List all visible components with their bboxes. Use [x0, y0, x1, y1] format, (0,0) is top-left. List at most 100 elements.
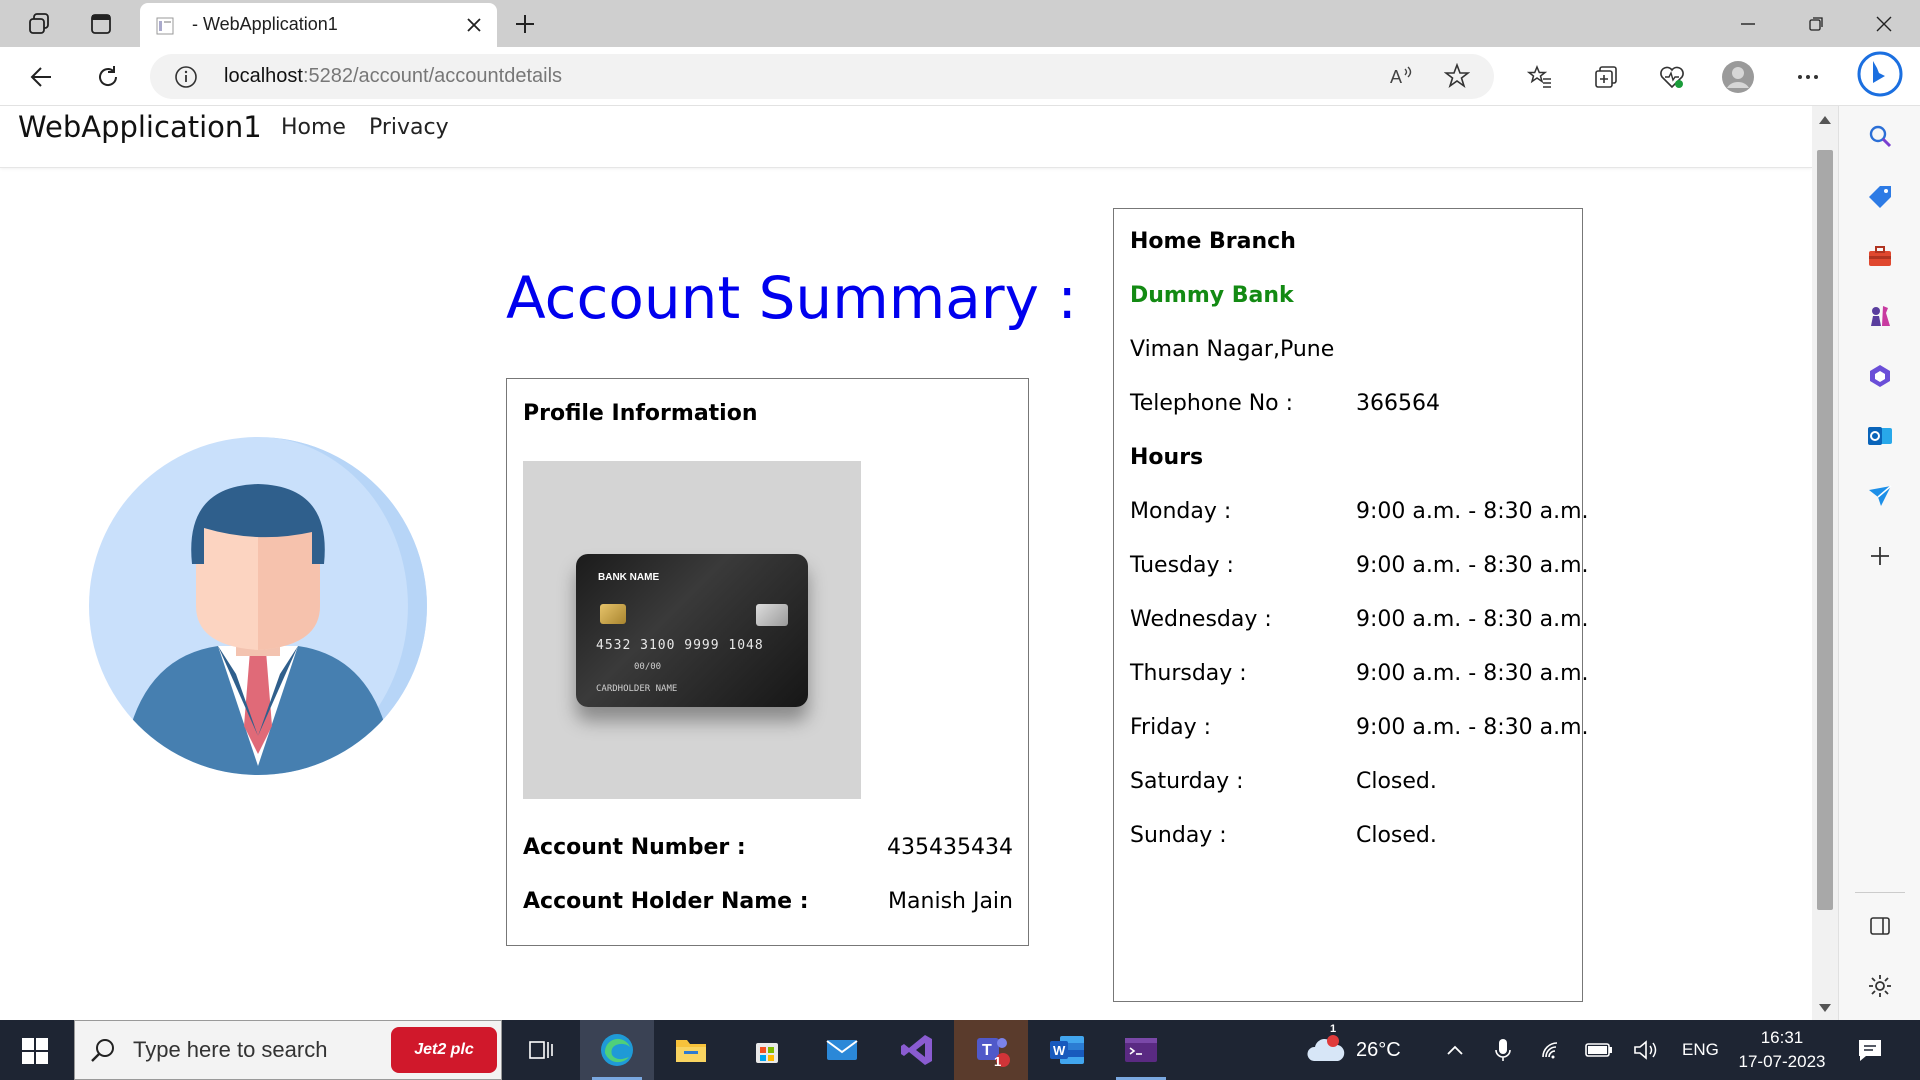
web-page: WebApplication1 Home Privacy Account Sum… — [0, 106, 1812, 1020]
nav-link-home[interactable]: Home — [281, 115, 346, 140]
weather-badge: 1 — [1330, 1023, 1337, 1035]
battery-icon[interactable] — [1584, 1020, 1614, 1080]
card-expiry: 00/00 — [634, 662, 662, 672]
hours-day: Monday : — [1130, 499, 1232, 524]
settings-gear-icon[interactable] — [1860, 966, 1900, 1006]
new-tab-icon[interactable] — [508, 8, 542, 40]
restore-icon[interactable] — [1786, 6, 1846, 42]
search-promo-badge[interactable]: Jet2 plc — [391, 1027, 497, 1073]
workspaces-icon[interactable] — [22, 8, 56, 40]
hours-day: Thursday : — [1130, 661, 1247, 686]
visual-studio-icon[interactable] — [880, 1020, 954, 1080]
address-bar[interactable]: localhost:5282/account/accountdetails A — [150, 54, 1494, 99]
drop-send-icon[interactable] — [1860, 476, 1900, 516]
notifications-icon[interactable] — [1856, 1020, 1884, 1080]
games-chess-icon[interactable] — [1860, 296, 1900, 336]
card-chip-icon — [600, 604, 626, 624]
weather-widget[interactable]: 1 26°C — [1306, 1020, 1401, 1080]
hours-day: Wednesday : — [1130, 607, 1272, 632]
volume-icon[interactable] — [1632, 1020, 1660, 1080]
microphone-icon[interactable] — [1492, 1020, 1514, 1080]
scrollbar-thumb[interactable] — [1817, 150, 1833, 910]
profile-avatar-icon[interactable] — [1718, 57, 1758, 97]
scroll-down-icon[interactable] — [1819, 1004, 1831, 1012]
nav-link-privacy[interactable]: Privacy — [369, 115, 449, 140]
favorite-star-icon[interactable] — [1443, 62, 1471, 93]
read-aloud-icon[interactable]: A — [1388, 63, 1414, 93]
teams-icon[interactable]: T 1 — [954, 1020, 1028, 1080]
account-number-label: Account Number : — [523, 835, 746, 860]
account-holder-value: Manish Jain — [888, 889, 1013, 914]
language-indicator[interactable]: ENG — [1682, 1020, 1719, 1080]
hours-day: Sunday : — [1130, 823, 1227, 848]
profile-card-title: Profile Information — [523, 401, 758, 426]
hours-time: 9:00 a.m. - 8:30 a.m. — [1356, 553, 1589, 578]
page-scrollbar[interactable] — [1812, 106, 1838, 1020]
hours-day: Saturday : — [1130, 769, 1244, 794]
scroll-up-icon[interactable] — [1819, 116, 1831, 124]
home-branch-card: Home Branch Dummy Bank Viman Nagar,Pune … — [1113, 208, 1589, 1002]
taskbar-search-box[interactable]: Type here to search Jet2 plc — [74, 1020, 502, 1080]
back-icon[interactable] — [22, 57, 62, 97]
teams-notification-badge: 1 — [994, 1054, 1002, 1069]
tools-briefcase-icon[interactable] — [1860, 236, 1900, 276]
hours-day: Tuesday : — [1130, 553, 1234, 578]
site-info-icon[interactable] — [174, 65, 198, 93]
hours-time: Closed. — [1356, 823, 1437, 848]
taskbar-clock[interactable]: 16:31 17-07-2023 — [1736, 1026, 1828, 1074]
browser-tab-bar: - WebApplication1 — [0, 0, 1920, 47]
browser-toolbar: localhost:5282/account/accountdetails A — [0, 47, 1920, 106]
hours-time: 9:00 a.m. - 8:30 a.m. — [1356, 607, 1589, 632]
task-view-icon[interactable] — [504, 1020, 578, 1080]
show-hidden-icons-icon[interactable] — [1444, 1020, 1466, 1080]
favorites-icon[interactable] — [1520, 57, 1560, 97]
close-window-icon[interactable] — [1854, 6, 1914, 42]
search-icon[interactable] — [1860, 116, 1900, 156]
collections-icon[interactable] — [1586, 57, 1626, 97]
browser-essentials-icon[interactable] — [1652, 57, 1692, 97]
minimize-icon[interactable] — [1718, 6, 1778, 42]
vertical-tabs-icon[interactable] — [84, 8, 118, 40]
card-hologram-icon — [756, 604, 788, 626]
hours-day: Friday : — [1130, 715, 1212, 740]
svg-text:W: W — [1053, 1043, 1066, 1058]
account-number-value: 435435434 — [887, 835, 1013, 860]
hours-time: Closed. — [1356, 769, 1437, 794]
bing-copilot-icon[interactable] — [1856, 50, 1904, 98]
hide-sidebar-icon[interactable] — [1860, 906, 1900, 946]
search-magnifier-icon — [89, 1037, 117, 1069]
microsoft-365-icon[interactable] — [1860, 356, 1900, 396]
windows-start-icon[interactable] — [14, 1034, 56, 1068]
branch-title: Home Branch — [1130, 229, 1296, 254]
hours-time: 9:00 a.m. - 8:30 a.m. — [1356, 715, 1589, 740]
shopping-tag-icon[interactable] — [1860, 176, 1900, 216]
mail-icon[interactable] — [805, 1020, 879, 1080]
close-tab-icon[interactable] — [461, 12, 487, 38]
taskbar-edge-icon[interactable] — [580, 1020, 654, 1080]
account-holder-label: Account Holder Name : — [523, 889, 809, 914]
card-holder: CARDHOLDER NAME — [596, 684, 678, 694]
microsoft-store-icon[interactable] — [730, 1020, 804, 1080]
hours-time: 9:00 a.m. - 8:30 a.m. — [1356, 661, 1589, 686]
sidebar-divider — [1855, 892, 1905, 893]
word-icon[interactable]: W — [1030, 1020, 1104, 1080]
wifi-icon[interactable] — [1540, 1020, 1566, 1080]
weather-temperature: 26°C — [1356, 1038, 1401, 1061]
card-number: 4532 3100 9999 1048 — [596, 638, 764, 653]
hours-title: Hours — [1130, 445, 1204, 470]
refresh-icon[interactable] — [88, 57, 128, 97]
site-brand-link[interactable]: WebApplication1 — [18, 110, 262, 144]
tab-title: - WebApplication1 — [192, 14, 338, 34]
hours-time: 9:00 a.m. - 8:30 a.m. — [1356, 499, 1589, 524]
url-text: localhost:5282/account/accountdetails — [224, 65, 563, 87]
site-navbar: WebApplication1 Home Privacy — [0, 106, 1812, 168]
more-options-icon[interactable] — [1788, 57, 1828, 97]
outlook-icon[interactable] — [1860, 416, 1900, 456]
file-explorer-icon[interactable] — [654, 1020, 728, 1080]
branch-address: Viman Nagar,Pune — [1130, 337, 1335, 362]
add-sidebar-app-icon[interactable] — [1860, 536, 1900, 576]
browser-tab-active[interactable]: - WebApplication1 — [140, 3, 497, 47]
svg-text:T: T — [982, 1042, 992, 1059]
terminal-icon[interactable] — [1104, 1020, 1178, 1080]
card-bank-name: BANK NAME — [598, 572, 660, 583]
